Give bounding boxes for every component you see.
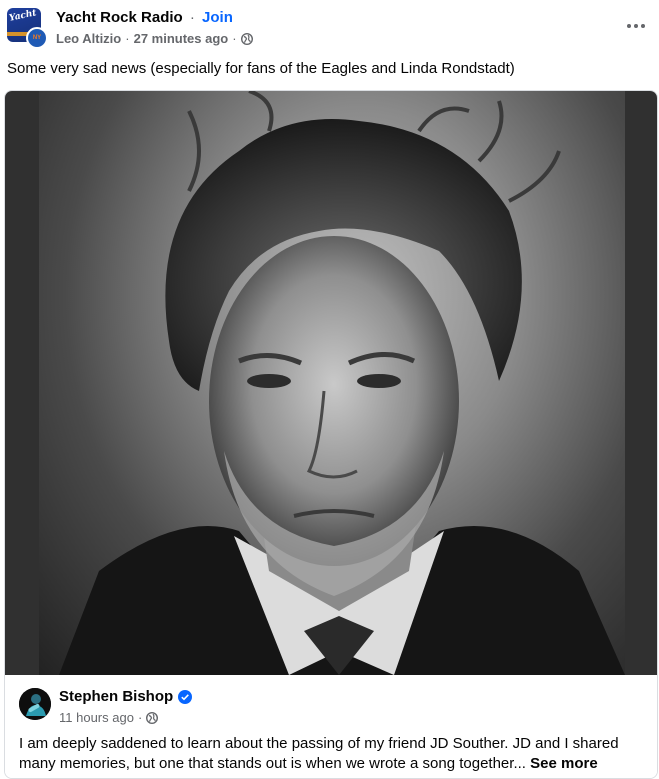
see-more-link[interactable]: See more (530, 755, 598, 772)
join-button[interactable]: Join (202, 9, 233, 26)
shared-post-timestamp[interactable]: 11 hours ago (59, 710, 134, 725)
meta-separator: · (125, 31, 130, 46)
verified-badge-icon (178, 689, 193, 704)
stephen-bishop-avatar[interactable] (19, 688, 51, 720)
portrait-illustration (59, 91, 625, 675)
shared-post-info: Stephen Bishop 11 hours ago · I am deepl… (5, 676, 657, 778)
portrait-image (39, 91, 625, 675)
globe-icon[interactable] (146, 711, 159, 724)
author-avatar[interactable]: NY (26, 27, 48, 49)
separator: · (189, 9, 195, 26)
shared-post-text-line-1: I am deeply saddened to learn about the … (19, 735, 619, 752)
post-header: Yacht NY Yacht Rock Radio · Join Leo Alt… (0, 0, 659, 56)
shared-post-meta: 11 hours ago · (59, 710, 159, 725)
post-meta: Leo Altizio · 27 minutes ago · (56, 31, 253, 46)
meta-separator: · (137, 710, 143, 725)
shared-photo[interactable] (5, 91, 657, 675)
shared-author-line: Stephen Bishop (59, 688, 193, 705)
group-avatar[interactable]: Yacht NY (7, 8, 48, 49)
shared-post-text-line-2: many memories, but one that stands out i… (19, 755, 598, 772)
group-title-line: Yacht Rock Radio · Join (56, 9, 233, 26)
more-options-icon[interactable] (624, 16, 648, 36)
author-name[interactable]: Leo Altizio (56, 31, 121, 46)
shared-post-text: I am deeply saddened to learn about the … (19, 734, 645, 774)
meta-separator: · (232, 31, 237, 46)
shared-post-card[interactable]: Stephen Bishop 11 hours ago · I am deepl… (4, 90, 658, 779)
group-name-link[interactable]: Yacht Rock Radio (56, 9, 183, 26)
post-timestamp[interactable]: 27 minutes ago (134, 31, 229, 46)
post-text: Some very sad news (especially for fans … (7, 60, 515, 77)
shared-author-name[interactable]: Stephen Bishop (59, 688, 173, 705)
globe-icon[interactable] (240, 32, 253, 45)
